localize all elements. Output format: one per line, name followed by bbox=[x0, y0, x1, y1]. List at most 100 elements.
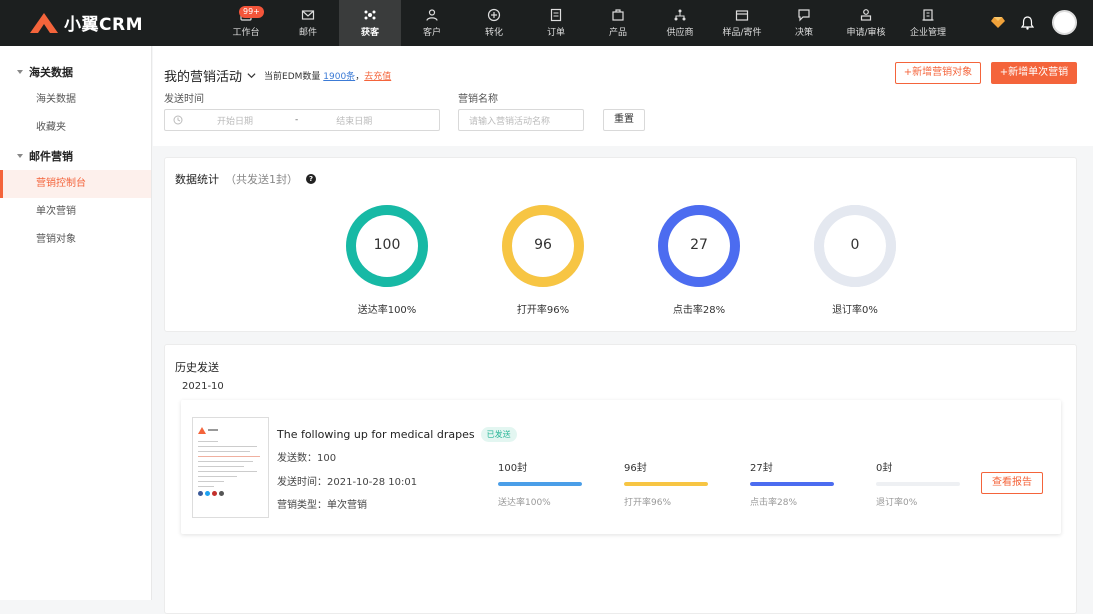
ring-value: 27 bbox=[690, 237, 708, 253]
nav-item-8[interactable]: 样品/寄件 bbox=[711, 0, 773, 46]
metric-value: 27封 bbox=[750, 463, 773, 474]
ring-label: 送达率100% bbox=[357, 305, 417, 316]
email-preview-thumbnail[interactable] bbox=[192, 417, 269, 518]
campaign-metric-3: 0封 退订率0% bbox=[876, 459, 960, 508]
edm-count-link[interactable]: 1900条 bbox=[323, 72, 355, 82]
sidebar-group-customs[interactable]: 海关数据 bbox=[0, 58, 151, 86]
metric-value: 96封 bbox=[624, 463, 647, 474]
metric-progress-bar bbox=[750, 482, 834, 486]
end-date-field[interactable]: 结束日期 bbox=[336, 114, 372, 127]
page-title-text: 我的营销活动 bbox=[164, 70, 243, 85]
metric-value: 100封 bbox=[498, 463, 528, 474]
date-separator: - bbox=[295, 115, 299, 125]
metric-label: 送达率100% bbox=[498, 498, 551, 508]
nav-item-5[interactable]: 订单 bbox=[525, 0, 587, 46]
nav-label: 邮件 bbox=[298, 28, 317, 38]
decision-icon bbox=[797, 8, 811, 22]
sidebar-item-favorites[interactable]: 收藏夹 bbox=[0, 114, 151, 142]
nav-label: 企业管理 bbox=[909, 28, 946, 38]
campaign-metric-0: 100封送达率100% bbox=[498, 459, 582, 508]
metric-progress-fill bbox=[750, 482, 834, 486]
sent-count: 发送数：100 bbox=[277, 453, 337, 464]
brand-logo[interactable]: 小翼CRM bbox=[28, 10, 143, 35]
nav-label: 获客 bbox=[360, 28, 379, 38]
mail-icon bbox=[301, 8, 315, 22]
ring-label: 退订率0% bbox=[832, 305, 878, 316]
sidebar-group-email-marketing[interactable]: 邮件营销 bbox=[0, 142, 151, 170]
convert-icon bbox=[487, 8, 501, 22]
reset-button[interactable]: 重置 bbox=[603, 109, 645, 131]
chevron-down-icon bbox=[247, 73, 256, 79]
date-range-picker[interactable]: 开始日期 - 结束日期 bbox=[164, 109, 440, 131]
send-time-label: 发送时间 bbox=[164, 94, 204, 105]
diamond-icon[interactable] bbox=[991, 16, 1005, 29]
history-title: 历史发送 bbox=[175, 361, 219, 374]
nav-item-10[interactable]: 申请/审核 bbox=[835, 0, 897, 46]
campaign-title[interactable]: The following up for medical drapes 已发送 bbox=[277, 427, 517, 442]
top-navbar: 小翼CRM 工作台 99+ 邮件 获客 客户 转化 订单 产品 供应商 样品/寄件 决策 申请/审核 企… bbox=[0, 0, 1093, 46]
notification-badge: 99+ bbox=[239, 6, 264, 18]
metric-label: 打开率96% bbox=[624, 498, 672, 508]
sidebar-item-marketing-console[interactable]: 营销控制台 bbox=[0, 170, 151, 198]
caret-down-icon bbox=[17, 154, 23, 158]
campaign-metric-1: 96封打开率96% bbox=[624, 459, 708, 508]
metric-progress-bar bbox=[624, 482, 708, 486]
edm-prefix: 当前EDM数量 bbox=[264, 72, 321, 82]
approval-icon bbox=[859, 8, 873, 22]
campaign-metric-2: 27封点击率28% bbox=[750, 459, 834, 508]
sidebar-item-customs-data[interactable]: 海关数据 bbox=[0, 86, 151, 114]
ring-value: 100 bbox=[373, 237, 401, 253]
sidebar-group-label: 邮件营销 bbox=[29, 150, 73, 163]
metric-value: 0封 bbox=[876, 463, 893, 474]
campaign-name-label: 营销名称 bbox=[458, 94, 498, 105]
supplier-icon bbox=[673, 8, 687, 22]
metric-label: 点击率28% bbox=[750, 498, 798, 508]
metric-progress-bar bbox=[876, 482, 960, 486]
nav-label: 转化 bbox=[484, 28, 503, 38]
nav-label: 供应商 bbox=[666, 28, 694, 38]
nav-label: 客户 bbox=[422, 28, 441, 38]
nav-item-4[interactable]: 转化 bbox=[463, 0, 525, 46]
campaign-card[interactable]: The following up for medical drapes 已发送 … bbox=[181, 400, 1061, 534]
sent-time: 发送时间：2021-10-28 10:01 bbox=[277, 477, 418, 488]
logo-icon bbox=[30, 12, 58, 33]
nav-item-2[interactable]: 获客 bbox=[339, 0, 401, 46]
sidebar-item-single-marketing[interactable]: 单次营销 bbox=[0, 198, 151, 226]
sidebar-item-marketing-targets[interactable]: 营销对象 bbox=[0, 226, 151, 254]
help-icon[interactable]: ? bbox=[306, 174, 316, 184]
acquire-icon bbox=[363, 8, 377, 22]
start-date-field[interactable]: 开始日期 bbox=[217, 114, 253, 127]
status-badge: 已发送 bbox=[480, 427, 517, 442]
clock-icon bbox=[173, 115, 183, 125]
stats-title: 数据统计 （共发送1封） ? bbox=[175, 171, 316, 187]
nav-item-0[interactable]: 工作台 99+ bbox=[215, 0, 277, 46]
add-target-button[interactable]: +新增营销对象 bbox=[895, 62, 981, 84]
nav-label: 决策 bbox=[794, 28, 813, 38]
sample-icon bbox=[735, 8, 749, 22]
nav-item-7[interactable]: 供应商 bbox=[649, 0, 711, 46]
nav-item-6[interactable]: 产品 bbox=[587, 0, 649, 46]
view-report-button[interactable]: 查看报告 bbox=[981, 472, 1043, 494]
caret-down-icon bbox=[17, 70, 23, 74]
nav-item-1[interactable]: 邮件 bbox=[277, 0, 339, 46]
add-single-campaign-button[interactable]: +新增单次营销 bbox=[991, 62, 1077, 84]
recharge-link[interactable]: 去充值 bbox=[364, 72, 391, 82]
preview-logo-icon bbox=[198, 427, 218, 434]
edm-separator: ， bbox=[355, 72, 365, 82]
bell-icon[interactable] bbox=[1021, 15, 1034, 30]
sidebar-group-label: 海关数据 bbox=[29, 66, 73, 79]
edm-info: 当前EDM数量 1900条，去充值 bbox=[264, 69, 391, 82]
campaign-name-input[interactable]: 请输入营销活动名称 bbox=[458, 109, 584, 131]
nav-label: 工作台 bbox=[232, 28, 260, 38]
metric-progress-fill bbox=[624, 482, 708, 486]
nav-item-11[interactable]: 企业管理 bbox=[897, 0, 959, 46]
nav-item-9[interactable]: 决策 bbox=[773, 0, 835, 46]
page-title[interactable]: 我的营销活动 当前EDM数量 1900条，去充值 bbox=[164, 66, 391, 85]
avatar[interactable] bbox=[1052, 10, 1077, 35]
page-header: 我的营销活动 当前EDM数量 1900条，去充值 +新增营销对象 +新增单次营销… bbox=[153, 46, 1093, 146]
ring-label: 点击率28% bbox=[672, 305, 726, 316]
nav-label: 订单 bbox=[546, 28, 565, 38]
nav-item-3[interactable]: 客户 bbox=[401, 0, 463, 46]
ring-value: 0 bbox=[850, 237, 860, 253]
history-card: 历史发送 2021-10 The following up for medica… bbox=[164, 344, 1077, 614]
